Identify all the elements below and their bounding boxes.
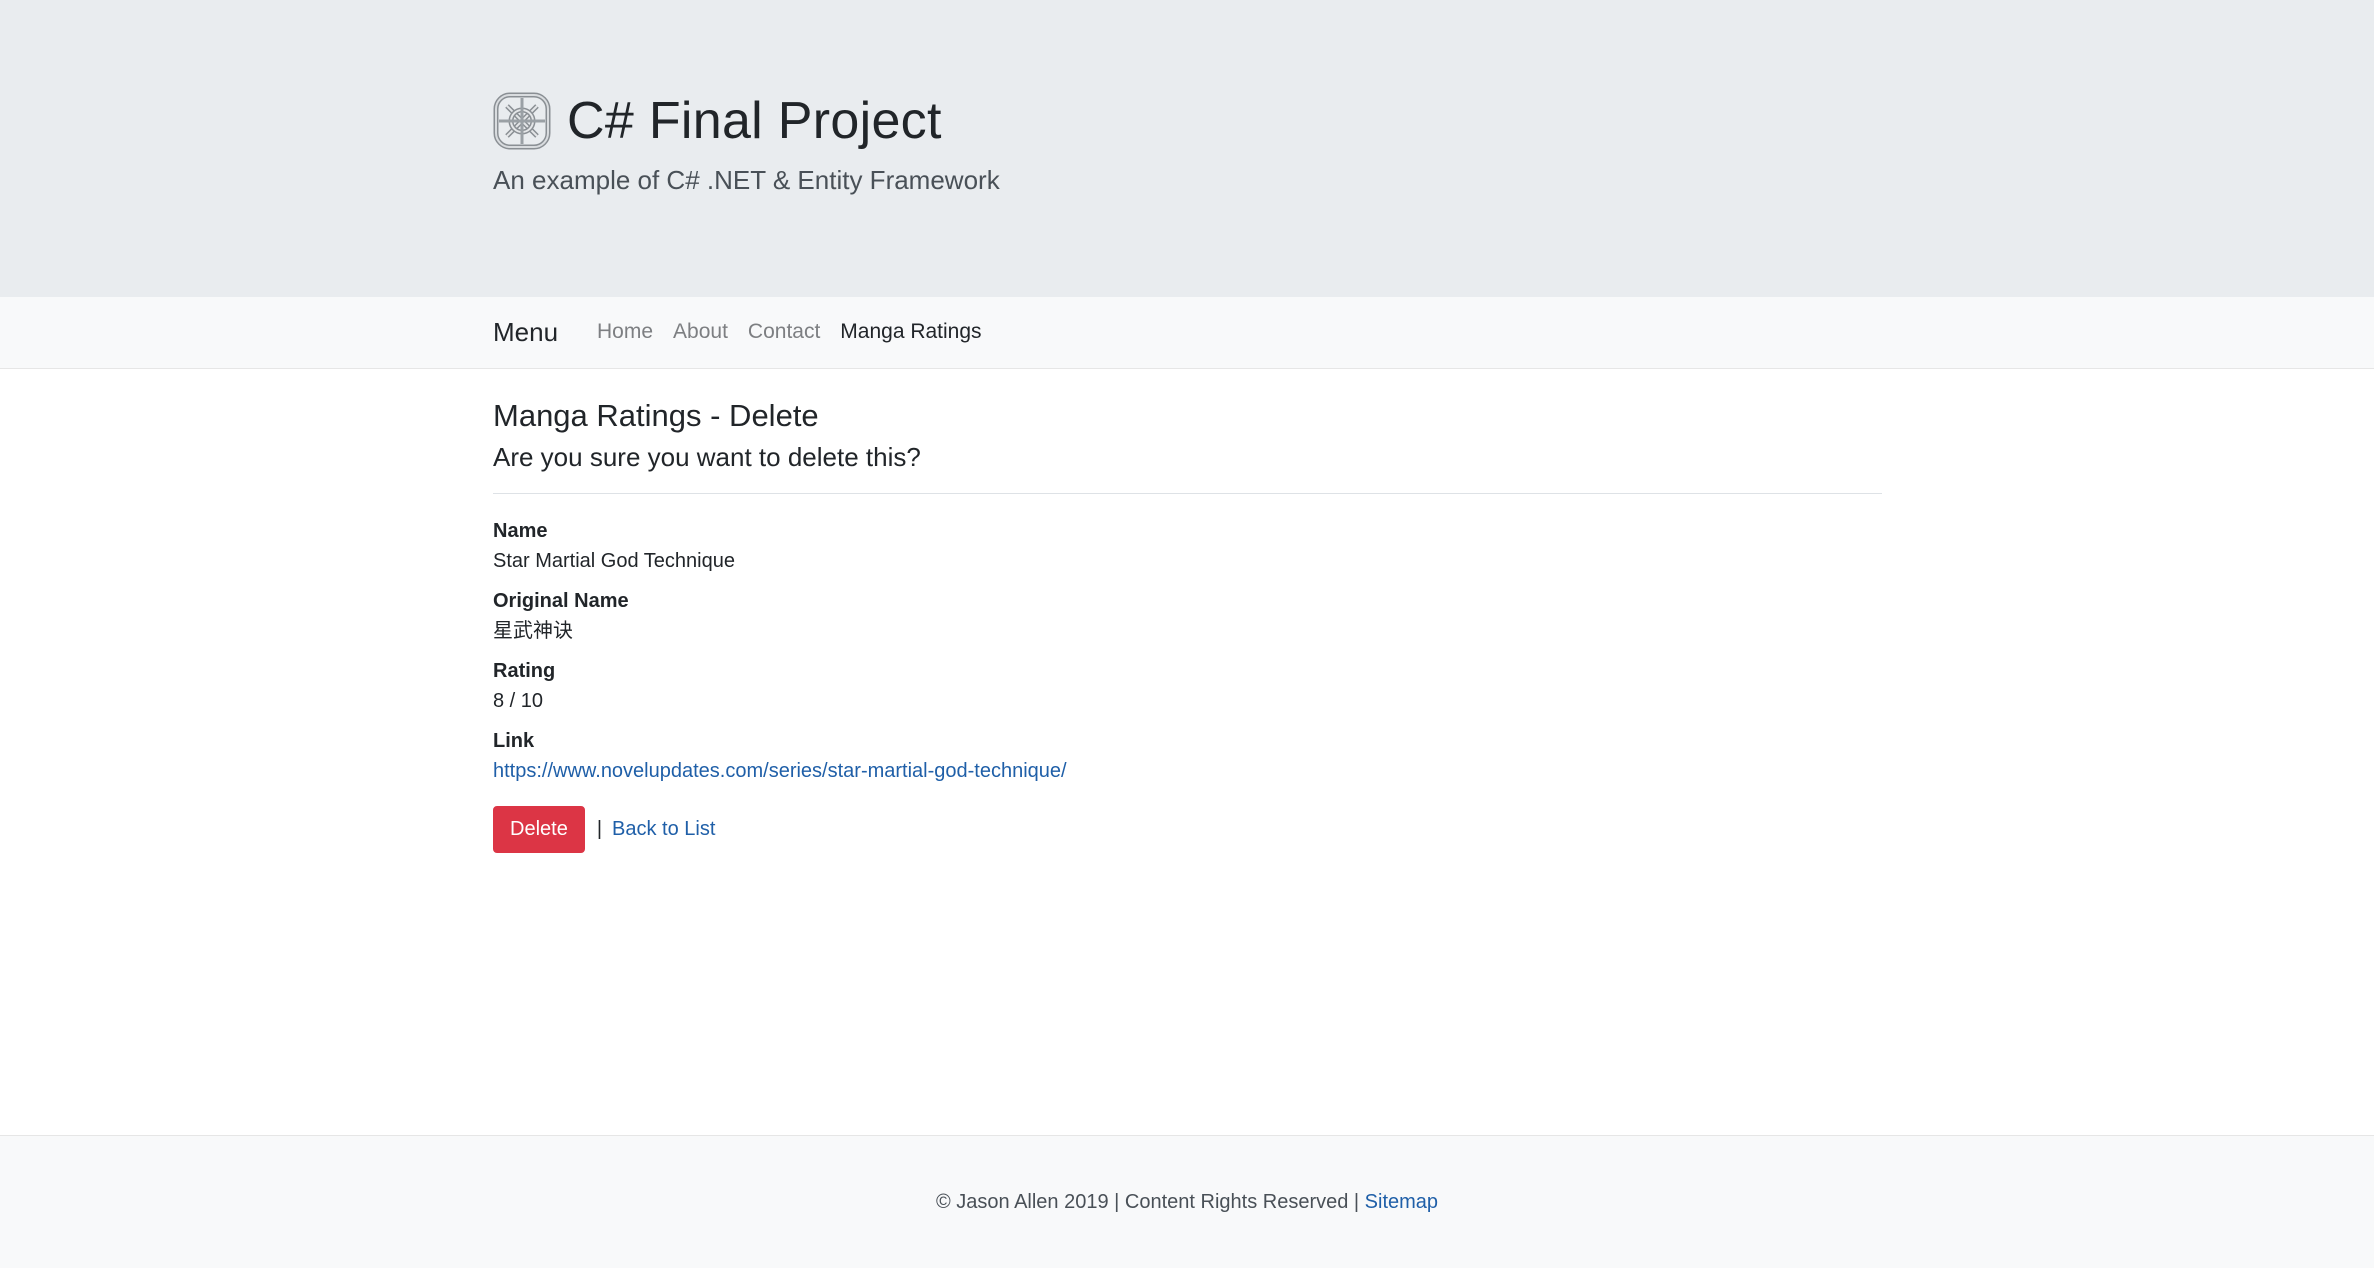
page-title: Manga Ratings - Delete (493, 398, 819, 433)
field-label-rating: Rating (493, 660, 556, 682)
form-actions: Delete | Back to List (493, 805, 715, 853)
field-value-link: https://www.novelupdates.com/series/star… (493, 757, 1067, 785)
nav-links: Home About Contact Manga Ratings (597, 315, 1002, 349)
navbar: Menu Home About Contact Manga Ratings (0, 297, 2374, 369)
celtic-knot-logo-icon (493, 92, 551, 150)
field-value-original-name: 星武神诀 (493, 620, 573, 642)
delete-confirmation-question: Are you sure you want to delete this? (493, 442, 921, 472)
footer-sitemap-link[interactable]: Sitemap (1365, 1191, 1438, 1213)
site-title: C# Final Project (567, 92, 942, 150)
field-label-link: Link (493, 730, 535, 752)
field-value-name: Star Martial God Technique (493, 550, 735, 572)
footer-copyright: © Jason Allen 2019 | Content Rights Rese… (935, 1191, 1365, 1213)
nav-link-contact[interactable]: Contact (748, 315, 820, 349)
navbar-brand-menu[interactable]: Menu (493, 313, 558, 351)
field-label-name: Name (493, 520, 548, 542)
divider (493, 493, 1882, 494)
nav-link-manga-ratings[interactable]: Manga Ratings (840, 315, 981, 349)
footer-text: © Jason Allen 2019 | Content Rights Rese… (0, 1188, 2374, 1216)
brand-row: C# Final Project (493, 86, 942, 156)
nav-link-about[interactable]: About (673, 315, 728, 349)
field-label-original-name: Original Name (493, 590, 629, 612)
actions-separator: | (596, 817, 603, 840)
field-value-rating: 8 / 10 (493, 690, 544, 712)
delete-button[interactable]: Delete (493, 805, 585, 853)
footer: © Jason Allen 2019 | Content Rights Rese… (0, 1135, 2374, 1268)
jumbotron-header: C# Final Project An example of C# .NET &… (0, 0, 2374, 297)
nav-link-home[interactable]: Home (597, 315, 653, 349)
manga-external-link[interactable]: https://www.novelupdates.com/series/star… (493, 760, 1067, 782)
back-to-list-link[interactable]: Back to List (612, 818, 715, 841)
site-subtitle: An example of C# .NET & Entity Framework (493, 165, 1000, 195)
